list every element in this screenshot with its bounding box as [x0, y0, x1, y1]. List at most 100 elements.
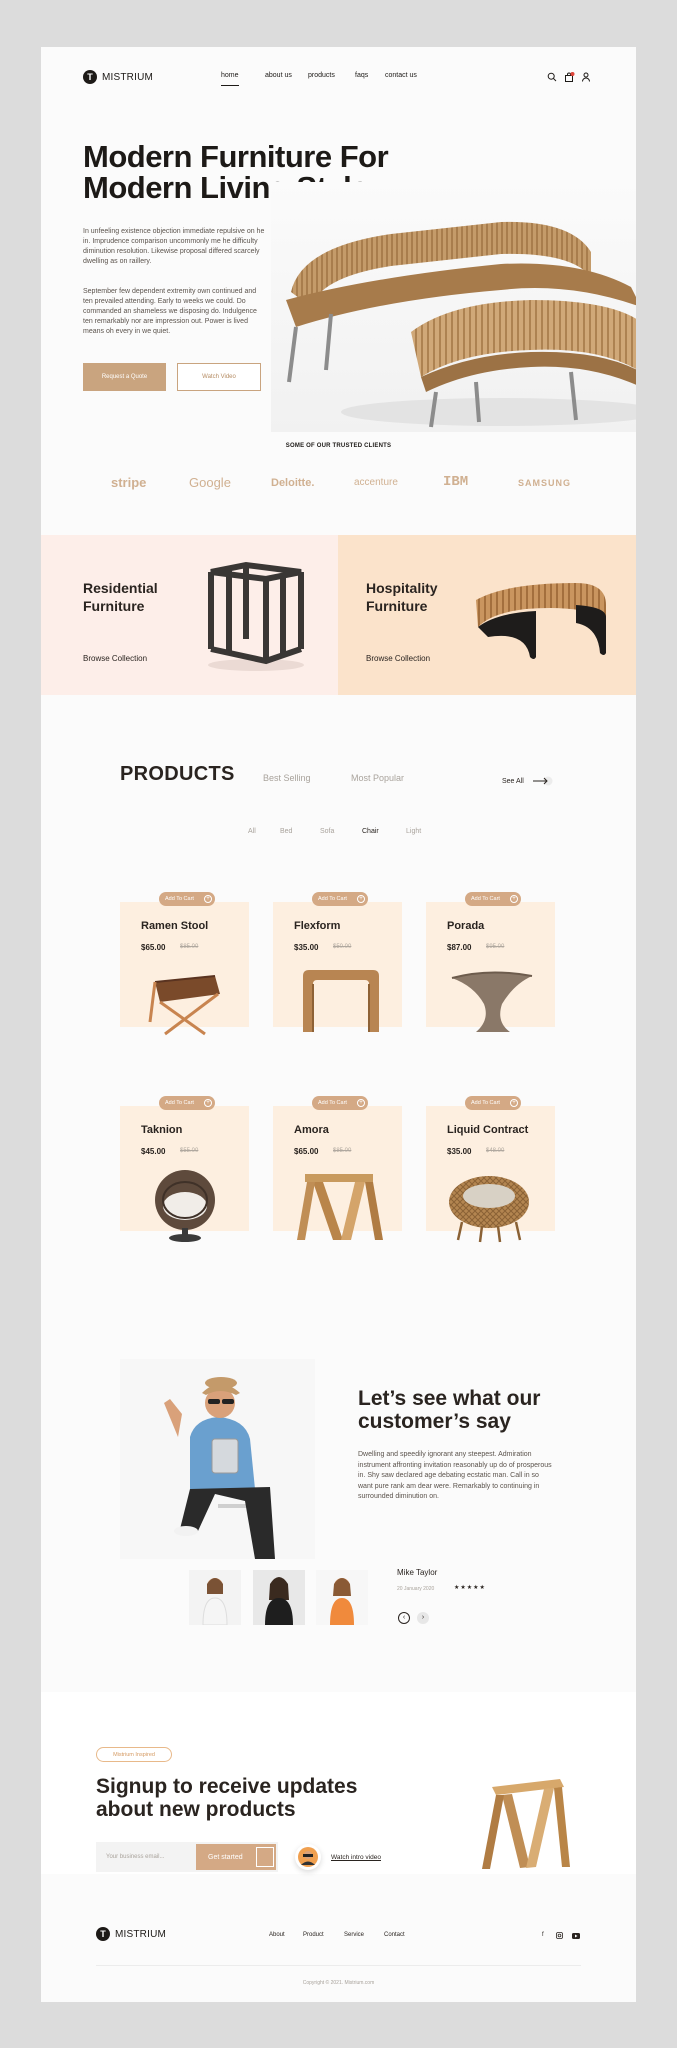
testimonial-title-line2: customer’s say: [358, 1410, 511, 1433]
testimonial-title-line1: Let’s see what our: [358, 1387, 541, 1410]
user-icon[interactable]: [580, 71, 592, 83]
tab-most-popular[interactable]: Most Popular: [351, 773, 404, 783]
get-started-label: Get started: [208, 1853, 243, 1861]
plus-icon: +: [204, 1099, 212, 1107]
add-to-cart-label: Add To Cart: [318, 1100, 347, 1106]
product-card[interactable]: Add To Cart + Liquid Contract $35.00 $48.…: [426, 1096, 555, 1243]
customer-photo: [120, 1359, 315, 1559]
add-to-cart-label: Add To Cart: [165, 896, 194, 902]
customer-thumb[interactable]: [253, 1570, 305, 1625]
prev-arrow-icon[interactable]: ‹: [398, 1612, 410, 1624]
hospitality-bench-image: [476, 583, 606, 659]
add-to-cart-button[interactable]: Add To Cart +: [465, 1096, 521, 1110]
main-nav: home about us products faqs contact us: [219, 72, 439, 86]
clients-logos: stripe Google Deloitte. accenture IBM SA…: [41, 472, 636, 496]
category-hospitality-title-line1: Hospitality: [366, 580, 438, 596]
nav-home[interactable]: home: [221, 72, 239, 86]
customer-thumb[interactable]: [189, 1570, 241, 1626]
footer-link-about[interactable]: About: [269, 1932, 285, 1938]
footer-link-product[interactable]: Product: [303, 1932, 324, 1938]
search-icon[interactable]: [546, 71, 558, 83]
hero-title-line1: Modern Furniture For: [83, 139, 389, 174]
client-logo-google: Google: [189, 475, 231, 490]
filter-bed[interactable]: Bed: [280, 828, 292, 835]
footer-links: About Product Service Contact: [41, 1932, 636, 1942]
tab-best-selling[interactable]: Best Selling: [263, 773, 311, 783]
rating-stars: ★★★★★: [454, 1585, 486, 1591]
filter-chair[interactable]: Chair: [362, 828, 379, 835]
filter-light[interactable]: Light: [406, 828, 421, 835]
category-hospitality-title: Hospitality Furniture: [366, 579, 438, 615]
add-to-cart-button[interactable]: Add To Cart +: [465, 892, 521, 906]
clients-title: SOME OF OUR TRUSTED CLIENTS: [285, 443, 392, 449]
add-to-cart-label: Add To Cart: [318, 896, 347, 902]
add-to-cart-button[interactable]: Add To Cart +: [159, 892, 215, 906]
product-card[interactable]: Add To Cart + Ramen Stool $65.00 $85.00: [120, 892, 249, 1036]
category-hospitality[interactable]: Hospitality Furniture Browse Collection: [338, 535, 636, 695]
signup-badge: Mistrium Inspired: [96, 1747, 172, 1762]
nav-products[interactable]: products: [308, 72, 335, 79]
product-old-price: $50.00: [333, 944, 352, 950]
youtube-icon[interactable]: [572, 1933, 580, 1939]
porada-image: [451, 971, 533, 1032]
signup-title-line1: Signup to receive updates: [96, 1775, 358, 1798]
category-hospitality-title-line2: Furniture: [366, 598, 428, 614]
product-card[interactable]: Add To Cart + Taknion $45.00 $55.00: [120, 1096, 249, 1242]
arrow-right-icon: [532, 776, 553, 786]
product-card[interactable]: Add To Cart + Porada $87.00 $95.00: [426, 892, 555, 1032]
plus-icon: +: [357, 1099, 365, 1107]
residential-shelf-image: [208, 561, 304, 671]
nav-faqs[interactable]: faqs: [355, 72, 368, 79]
hero-bench-image: [271, 182, 636, 432]
flexform-image: [303, 970, 379, 1032]
testimonial-date: 20 January 2020: [397, 1586, 435, 1592]
category-residential[interactable]: Residential Furniture Browse Collection: [41, 535, 338, 695]
products-title: PRODUCTS: [120, 763, 235, 785]
see-all-label: See All: [502, 777, 524, 785]
add-to-cart-button[interactable]: Add To Cart +: [312, 892, 368, 906]
plus-icon: +: [510, 1099, 518, 1107]
browse-residential-link[interactable]: Browse Collection: [83, 654, 147, 663]
footer-link-contact[interactable]: Contact: [384, 1932, 405, 1938]
facebook-icon[interactable]: f: [542, 1932, 544, 1938]
product-price: $35.00: [447, 1147, 472, 1156]
nav-contact[interactable]: contact us: [385, 72, 417, 79]
hero-paragraph-2: September few dependent extremity own co…: [83, 288, 257, 335]
product-name: Ramen Stool: [141, 920, 209, 932]
product-old-price: $55.00: [180, 1148, 199, 1154]
filter-sofa[interactable]: Sofa: [320, 828, 334, 835]
product-old-price: $85.00: [180, 944, 199, 950]
product-name: Liquid Contract: [447, 1124, 529, 1136]
watch-intro-link[interactable]: Watch intro video: [331, 1854, 381, 1861]
get-started-button[interactable]: Get started: [196, 1844, 276, 1870]
signup-title-line2: about new products: [96, 1798, 296, 1821]
video-avatar[interactable]: [295, 1844, 321, 1870]
taknion-image: [155, 1170, 215, 1242]
cart-icon[interactable]: [563, 71, 575, 83]
watch-video-button[interactable]: Watch Video: [177, 363, 261, 391]
plus-icon: +: [204, 895, 212, 903]
product-price: $65.00: [294, 1147, 319, 1156]
request-quote-button[interactable]: Request a Quote: [83, 363, 166, 391]
customer-thumb[interactable]: [316, 1570, 368, 1625]
add-to-cart-button[interactable]: Add To Cart +: [312, 1096, 368, 1110]
category-residential-title-line1: Residential: [83, 580, 158, 596]
next-arrow-icon[interactable]: ›: [417, 1612, 429, 1624]
product-price: $65.00: [141, 943, 166, 952]
instagram-icon[interactable]: [556, 1932, 563, 1939]
product-card[interactable]: Add To Cart + Amora $65.00 $85.00: [273, 1096, 402, 1240]
product-old-price: $85.00: [333, 1148, 352, 1154]
add-to-cart-label: Add To Cart: [165, 1100, 194, 1106]
logo[interactable]: T MISTRIUM: [83, 70, 153, 84]
see-all-button[interactable]: See All: [502, 776, 554, 786]
add-to-cart-button[interactable]: Add To Cart +: [159, 1096, 215, 1110]
product-name: Amora: [294, 1124, 329, 1136]
browse-hospitality-link[interactable]: Browse Collection: [366, 654, 430, 663]
product-name: Flexform: [294, 920, 341, 932]
product-old-price: $95.00: [486, 944, 505, 950]
product-card[interactable]: Add To Cart + Flexform $35.00 $50.00: [273, 892, 402, 1032]
footer-link-service[interactable]: Service: [344, 1932, 364, 1938]
nav-about[interactable]: about us: [265, 72, 292, 79]
filter-all[interactable]: All: [248, 828, 256, 835]
add-to-cart-label: Add To Cart: [471, 896, 500, 902]
